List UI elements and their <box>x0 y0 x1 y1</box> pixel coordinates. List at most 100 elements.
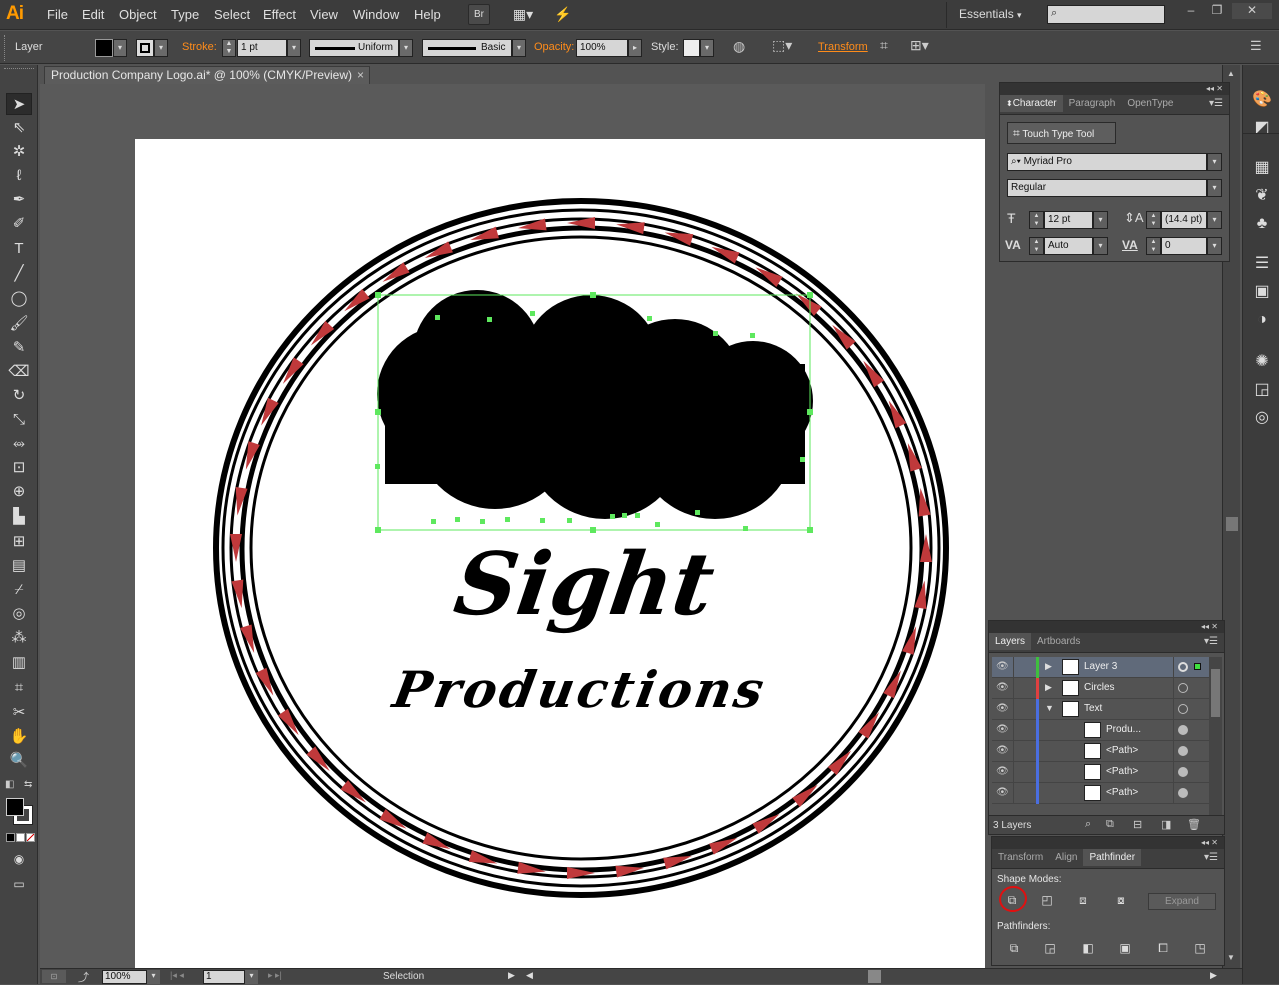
target-circle[interactable] <box>1178 767 1188 777</box>
status-menu-arrow[interactable]: ▶ <box>508 970 515 981</box>
artboard-tool-icon[interactable]: ⌗ <box>6 677 32 699</box>
tab-opentype[interactable]: OpenType <box>1121 95 1179 112</box>
tab-artboards[interactable]: Artboards <box>1031 633 1086 650</box>
cloud-shape[interactable] <box>377 290 813 519</box>
lock-toggle[interactable] <box>1016 681 1030 695</box>
layer-row[interactable]: 👁 <Path> <box>992 741 1210 762</box>
tab-layers[interactable]: Layers <box>989 633 1032 650</box>
status-icon[interactable]: ⊡ <box>42 970 66 983</box>
font-family-dropdown[interactable]: ▾ <box>1207 153 1222 171</box>
layer-row[interactable]: 👁 ▶ Layer 3 <box>992 657 1210 678</box>
type-tool-icon[interactable]: T <box>6 238 32 260</box>
pen-tool-icon[interactable]: ✒ <box>6 189 32 211</box>
direct-selection-tool-icon[interactable]: ⇖ <box>6 117 32 139</box>
transparency-icon[interactable]: ◑ <box>1251 309 1273 331</box>
scroll-left-icon[interactable]: ◀ <box>526 970 533 981</box>
layer-name[interactable]: Layer 3 <box>1084 661 1117 672</box>
stroke-label[interactable]: Stroke: <box>182 41 217 53</box>
search-input[interactable]: ⌕ <box>1047 5 1165 24</box>
next-artboard-icon[interactable]: ▸ ▸| <box>268 970 282 981</box>
opacity-field[interactable]: 100% <box>576 39 628 57</box>
menu-effect[interactable]: Effect <box>263 7 296 22</box>
width-tool-icon[interactable]: ⥈ <box>6 433 32 455</box>
hand-tool-icon[interactable]: ✋ <box>6 726 32 748</box>
target-circle[interactable] <box>1178 746 1188 756</box>
target-circle[interactable] <box>1178 725 1188 735</box>
target-circle[interactable] <box>1178 704 1188 714</box>
tab-align[interactable]: Align <box>1049 849 1083 866</box>
default-colors-icon[interactable]: ◧ <box>5 779 14 790</box>
layer-row[interactable]: 👁 <Path> <box>992 762 1210 783</box>
gpu-performance-icon[interactable]: ⚡ <box>551 4 575 25</box>
layers-scroll-thumb[interactable] <box>1211 669 1220 717</box>
symbols-icon[interactable]: ♣ <box>1251 213 1273 235</box>
layer-name[interactable]: Circles <box>1084 682 1115 693</box>
font-size-stepper[interactable]: ▲ ▼ <box>1029 211 1044 229</box>
font-style-field[interactable]: Regular <box>1007 179 1207 197</box>
shape-builder-tool-icon[interactable]: ⊕ <box>6 481 32 503</box>
profile-dropdown[interactable]: ▾ <box>399 39 413 57</box>
outline-button[interactable]: ⧠ <box>1152 938 1174 958</box>
blend-tool-icon[interactable]: ◎ <box>6 603 32 625</box>
font-style-dropdown[interactable]: ▾ <box>1207 179 1222 197</box>
brush-definition[interactable]: Basic <box>422 39 512 57</box>
zoom-field[interactable]: 100% <box>102 970 147 984</box>
layer-name[interactable]: <Path> <box>1106 745 1138 756</box>
appearance-icon[interactable]: ✺ <box>1251 351 1273 373</box>
gradient-tool-icon[interactable]: ▤ <box>6 555 32 577</box>
visibility-eye-icon[interactable]: 👁 <box>996 745 1009 757</box>
gradient-panel-icon[interactable]: ▣ <box>1251 281 1273 303</box>
intersect-button[interactable]: ⧈ <box>1072 890 1094 910</box>
menu-view[interactable]: View <box>310 7 338 22</box>
tab-pathfinder[interactable]: Pathfinder <box>1083 849 1142 866</box>
touch-type-tool-button[interactable]: ⌗ Touch Type Tool <box>1007 122 1116 144</box>
exclude-button[interactable]: ⧇ <box>1110 890 1132 910</box>
tab-transform[interactable]: Transform <box>992 849 1049 866</box>
font-size-dropdown[interactable]: ▾ <box>1093 211 1108 229</box>
target-circle[interactable] <box>1178 662 1188 672</box>
font-family-field[interactable]: ⌕▾ Myriad Pro <box>1007 153 1207 171</box>
color-mode-icon[interactable] <box>6 833 15 842</box>
expand-button[interactable]: Expand <box>1148 893 1216 910</box>
layer-row[interactable]: 👁 ▶ Circles <box>992 678 1210 699</box>
brushes-icon[interactable]: ❦ <box>1251 185 1273 207</box>
zoom-tool-icon[interactable]: 🔍 <box>6 750 32 772</box>
logo-artwork[interactable]: Sight Productions <box>135 139 985 968</box>
expand-toggle-icon[interactable]: ▶ <box>1045 661 1052 672</box>
screen-mode-icon[interactable]: ▭ <box>6 873 32 895</box>
document-tab[interactable]: Production Company Logo.ai* @ 100% (CMYK… <box>44 66 370 84</box>
stroke-weight-dropdown[interactable]: ▾ <box>287 39 301 57</box>
minus-back-button[interactable]: ◳ <box>1189 938 1211 958</box>
new-layer-icon[interactable]: ◨ <box>1161 818 1171 831</box>
lock-toggle[interactable] <box>1016 702 1030 716</box>
font-size-field[interactable]: 12 pt <box>1044 211 1093 229</box>
perspective-grid-tool-icon[interactable]: ▙ <box>6 506 32 528</box>
artboard-number-field[interactable]: 1 <box>203 970 245 984</box>
share-icon[interactable]: ⤴ <box>78 969 89 985</box>
kerning-stepper[interactable]: ▲ ▼ <box>1029 237 1044 255</box>
swatches-icon[interactable]: ▦ <box>1251 157 1273 179</box>
libraries-icon[interactable]: ◎ <box>1251 407 1273 429</box>
color-panel-icon[interactable]: 🎨 <box>1251 89 1273 111</box>
tracking-field[interactable]: 0 <box>1161 237 1207 255</box>
restore-button[interactable]: ❐ <box>1204 3 1230 19</box>
layers-menu-icon[interactable]: ▾☰ <box>1204 636 1218 647</box>
scroll-down-icon[interactable]: ▼ <box>1227 953 1235 962</box>
close-tab-icon[interactable]: × <box>357 67 364 84</box>
lasso-tool-icon[interactable]: ℓ <box>6 165 32 187</box>
locate-object-icon[interactable]: ⌕ <box>1085 818 1091 831</box>
kerning-field[interactable]: Auto <box>1044 237 1093 255</box>
opacity-slider-button[interactable]: ▸ <box>628 39 642 57</box>
menu-type[interactable]: Type <box>171 7 199 22</box>
layer-name[interactable]: Produ... <box>1106 724 1141 735</box>
ellipse-tool-icon[interactable]: ◯ <box>6 288 32 310</box>
productions-text[interactable]: Productions <box>387 660 771 719</box>
sight-text[interactable]: Sight <box>449 534 720 635</box>
mesh-tool-icon[interactable]: ⊞ <box>6 531 32 553</box>
layer-row[interactable]: 👁 <Path> <box>992 783 1210 804</box>
lock-toggle[interactable] <box>1016 765 1030 779</box>
menu-object[interactable]: Object <box>119 7 157 22</box>
gradient-mode-icon[interactable] <box>16 833 25 842</box>
divide-button[interactable]: ⧉ <box>1003 938 1025 958</box>
merge-button[interactable]: ◧ <box>1077 938 1099 958</box>
